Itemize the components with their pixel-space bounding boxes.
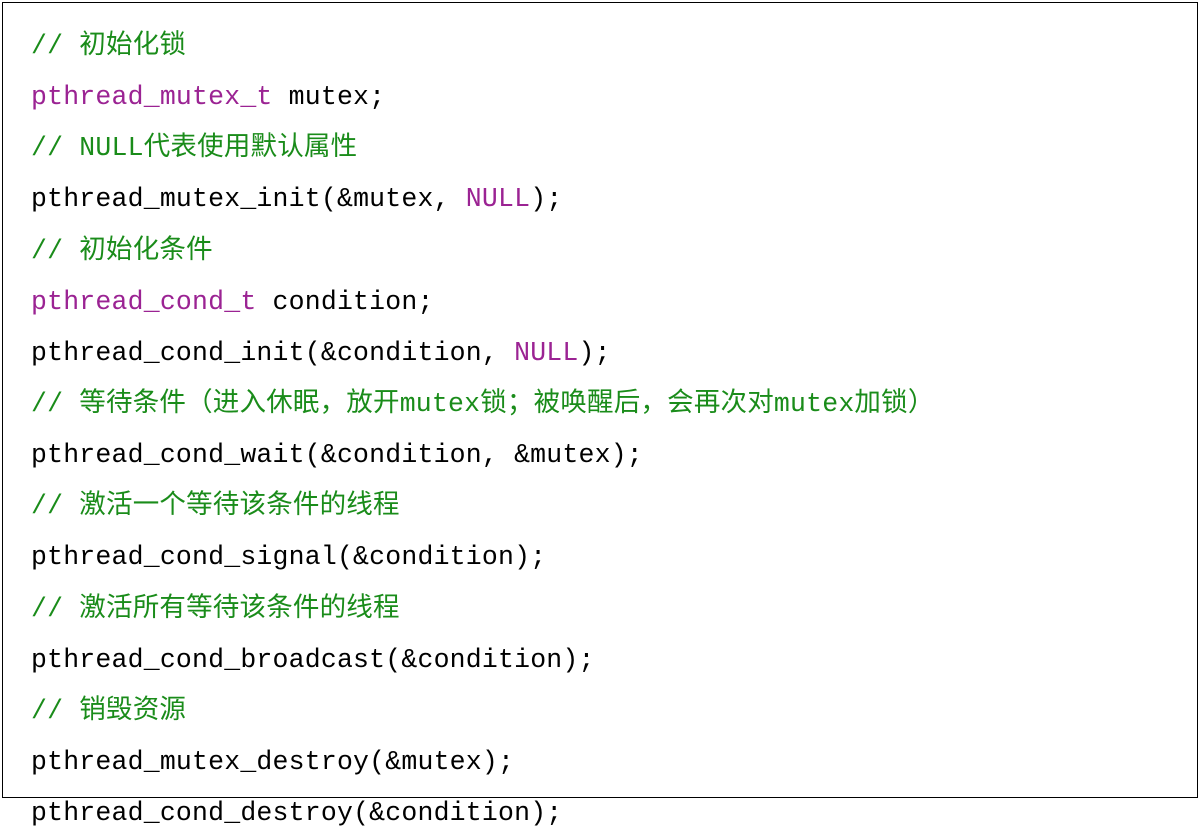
function-token: pthread_mutex_init [31, 184, 321, 214]
punct-token: (&mutex); [369, 747, 514, 777]
code-line-9: pthread_cond_wait(&condition, &mutex); [31, 430, 1169, 481]
code-line-7: pthread_cond_init(&condition, NULL); [31, 328, 1169, 379]
function-token: pthread_cond_broadcast [31, 645, 385, 675]
type-token: pthread_mutex_t [31, 82, 273, 112]
code-line-16: pthread_cond_destroy(&condition); [31, 788, 1169, 839]
comment-text: // 等待条件（进入休眠，放开mutex锁；被唤醒后，会再次对mutex加锁） [31, 389, 935, 419]
punct-token: (&condition, [305, 338, 514, 368]
punct-token: ); [579, 338, 611, 368]
type-token: pthread_cond_t [31, 287, 256, 317]
code-line-6: pthread_cond_t condition; [31, 277, 1169, 328]
punct-token: (&condition); [385, 645, 594, 675]
code-block: // 初始化锁 pthread_mutex_t mutex; // NULL代表… [2, 2, 1198, 798]
function-token: pthread_cond_init [31, 338, 305, 368]
code-line-1: // 初始化锁 [31, 21, 1169, 72]
function-token: pthread_cond_destroy [31, 798, 353, 828]
comment-text: // 激活一个等待该条件的线程 [31, 491, 400, 521]
code-line-3: // NULL代表使用默认属性 [31, 123, 1169, 174]
function-token: pthread_mutex_destroy [31, 747, 369, 777]
code-line-12: // 激活所有等待该条件的线程 [31, 584, 1169, 635]
identifier-token: mutex; [273, 82, 386, 112]
code-line-5: // 初始化条件 [31, 226, 1169, 277]
punct-token: (&condition, &mutex); [305, 440, 643, 470]
constant-token: NULL [466, 184, 530, 214]
comment-text: // 初始化锁 [31, 31, 186, 61]
code-line-13: pthread_cond_broadcast(&condition); [31, 635, 1169, 686]
punct-token: (&condition); [353, 798, 562, 828]
code-line-14: // 销毁资源 [31, 686, 1169, 737]
punct-token: (&condition); [337, 542, 546, 572]
comment-text: // 销毁资源 [31, 696, 186, 726]
comment-text: // 初始化条件 [31, 236, 213, 266]
function-token: pthread_cond_signal [31, 542, 337, 572]
comment-text: // NULL代表使用默认属性 [31, 133, 357, 163]
constant-token: NULL [514, 338, 578, 368]
punct-token: ); [530, 184, 562, 214]
code-line-4: pthread_mutex_init(&mutex, NULL); [31, 174, 1169, 225]
punct-token: (&mutex, [321, 184, 466, 214]
code-line-2: pthread_mutex_t mutex; [31, 72, 1169, 123]
identifier-token: condition; [256, 287, 433, 317]
code-line-10: // 激活一个等待该条件的线程 [31, 481, 1169, 532]
code-line-8: // 等待条件（进入休眠，放开mutex锁；被唤醒后，会再次对mutex加锁） [31, 379, 1169, 430]
code-line-11: pthread_cond_signal(&condition); [31, 532, 1169, 583]
comment-text: // 激活所有等待该条件的线程 [31, 594, 400, 624]
function-token: pthread_cond_wait [31, 440, 305, 470]
code-line-15: pthread_mutex_destroy(&mutex); [31, 737, 1169, 788]
